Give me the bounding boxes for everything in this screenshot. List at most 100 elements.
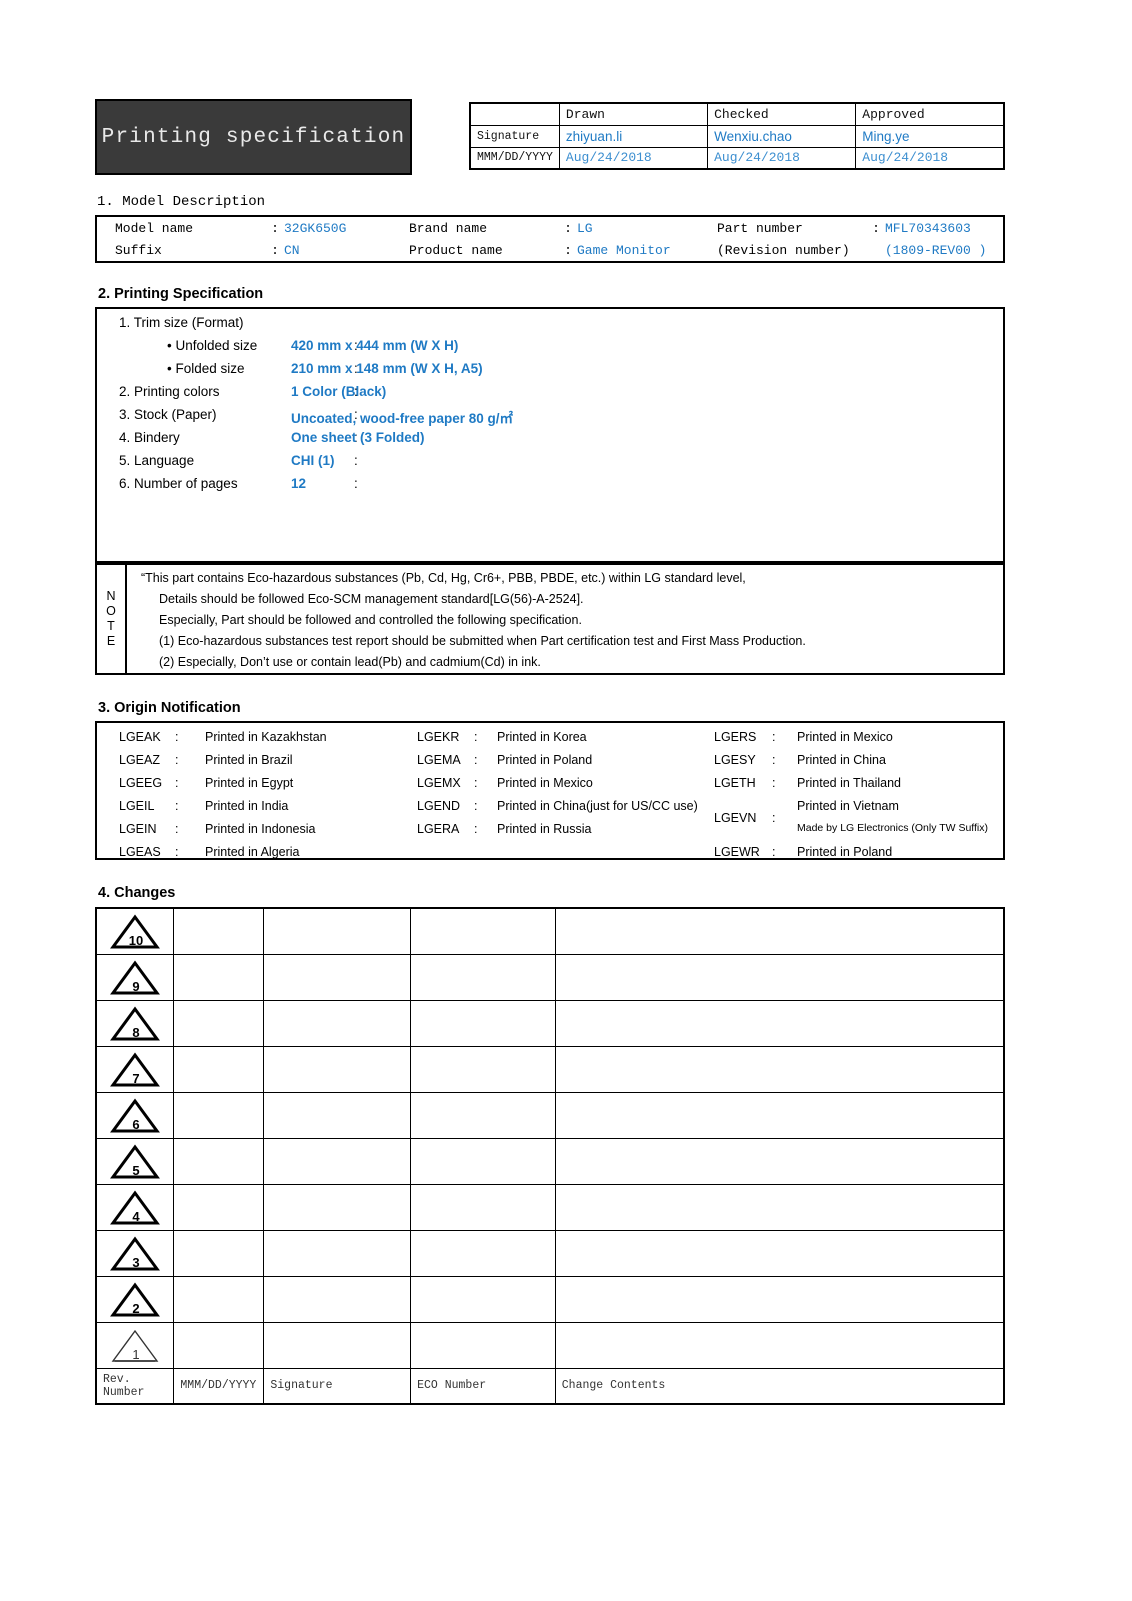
changes-signature-cell — [263, 1321, 412, 1369]
stock-paper-label: 3. Stock (Paper) — [119, 407, 217, 422]
svg-text:3: 3 — [133, 1255, 140, 1270]
table-row: 2 — [95, 1275, 1005, 1323]
model-row-1: Model name : 32GK650G Brand name : LG Pa… — [96, 216, 1004, 239]
part-number-label: Part number — [717, 220, 803, 236]
origin-code-lgewr: LGEWR — [714, 845, 760, 859]
revision-triangle-icon: 8 — [109, 1006, 161, 1041]
changes-signature-cell — [263, 1091, 412, 1139]
stock-paper-value: Uncoated, wood-free paper 80 g/㎡ — [291, 411, 514, 426]
origin-code-lgeas: LGEAS — [119, 845, 161, 859]
printing-colors-label: 2. Printing colors — [119, 384, 220, 399]
changes-eco-cell — [410, 1183, 556, 1231]
section-3-heading: 3. Origin Notification — [98, 700, 241, 716]
changes-date-cell — [173, 907, 265, 955]
changes-date-cell — [173, 1183, 265, 1231]
changes-date-cell — [173, 1045, 265, 1093]
origin-text-lgekr: Printed in Korea — [497, 730, 587, 744]
brand-name-value: LG — [577, 220, 593, 236]
origin-code-lgers: LGERS — [714, 730, 757, 744]
approval-signature-row: Signature zhiyuan.li Wenxiu.chao Ming.ye — [469, 124, 1005, 148]
number-of-pages-label: 6. Number of pages — [119, 476, 238, 491]
changes-date-cell — [173, 1321, 265, 1369]
note-letter-n: N — [106, 589, 116, 603]
origin-colon-lgeth: : — [772, 776, 776, 790]
origin-colon-lgeeg: : — [175, 776, 179, 790]
changes-date-cell — [173, 1091, 265, 1139]
revision-marker-cell: 8 — [95, 999, 175, 1047]
origin-code-lgevn: LGEVN — [714, 811, 757, 825]
changes-contents-cell — [554, 1183, 1005, 1231]
svg-text:6: 6 — [133, 1117, 140, 1132]
revision-triangle-icon: 6 — [109, 1098, 161, 1133]
note-line-5: (2) Especially, Don’t use or contain lea… — [159, 655, 541, 669]
revision-marker-cell: 10 — [95, 907, 175, 955]
origin-text-lgeaz: Printed in Brazil — [205, 753, 293, 767]
language-value: CHI (1) — [291, 453, 335, 468]
note-line-3: Especially, Part should be followed and … — [159, 613, 582, 627]
bindery-value: One sheet (3 Folded) — [291, 430, 425, 445]
origin-code-lgeeg: LGEEG — [119, 776, 163, 790]
changes-signature-cell — [263, 1045, 412, 1093]
revision-triangle-icon: 10 — [109, 914, 161, 949]
table-row: 10 — [95, 907, 1005, 955]
bindery-label: 4. Bindery — [119, 430, 180, 445]
changes-signature-cell — [263, 1183, 412, 1231]
trim-size-heading: 1. Trim size (Format) — [119, 315, 244, 330]
revision-triangle-icon: 3 — [109, 1236, 161, 1271]
product-name-colon: : — [564, 242, 572, 258]
origin-code-lgend: LGEND — [417, 799, 461, 813]
changes-date-cell — [173, 999, 265, 1047]
note-line-1: “This part contains Eco-hazardous substa… — [141, 571, 746, 585]
revision-triangle-icon: 1 — [109, 1328, 161, 1362]
table-row: 7 — [95, 1045, 1005, 1093]
changes-contents-cell — [554, 907, 1005, 955]
origin-colon-lgeak: : — [175, 730, 179, 744]
brand-name-colon: : — [564, 220, 572, 236]
revision-triangle-icon: 4 — [109, 1190, 161, 1225]
changes-date-cell — [173, 1229, 265, 1277]
origin-text-lgeak: Printed in Kazakhstan — [205, 730, 327, 744]
note-letter-e: E — [106, 634, 116, 648]
revision-triangle-icon: 2 — [109, 1282, 161, 1317]
origin-colon-lgera: : — [474, 822, 478, 836]
revision-marker-cell: 5 — [95, 1137, 175, 1185]
printing-specification-document: Printing specification Drawn Checked App… — [0, 0, 1132, 1601]
approval-header-row: Drawn Checked Approved — [469, 102, 1005, 126]
document-title-block: Printing specification — [95, 99, 412, 175]
origin-notification-box: LGEAK : Printed in Kazakhstan LGEAZ : Pr… — [95, 721, 1005, 860]
svg-text:4: 4 — [133, 1209, 141, 1224]
origin-code-lgera: LGERA — [417, 822, 460, 836]
origin-code-lgeth: LGETH — [714, 776, 756, 790]
origin-text-lgeeg: Printed in Egypt — [205, 776, 294, 790]
approval-date-approved: Aug/24/2018 — [855, 147, 1005, 170]
section-4-heading: 4. Changes — [98, 885, 176, 901]
approval-signature-label: Signature — [469, 124, 560, 148]
origin-code-lgekr: LGEKR — [417, 730, 460, 744]
origin-text-lgesy: Printed in China — [797, 753, 886, 767]
note-line-4: (1) Eco-hazardous substances test report… — [159, 634, 806, 648]
changes-eco-cell — [410, 999, 556, 1047]
printing-specification-box: 1. Trim size (Format) • Unfolded size : … — [95, 307, 1005, 563]
origin-colon-lgemx: : — [474, 776, 478, 790]
revision-marker-cell: 1 — [95, 1321, 175, 1369]
changes-eco-cell — [410, 1321, 556, 1369]
model-row-2: Suffix : CN Product name : Game Monitor … — [96, 239, 1004, 262]
svg-text:8: 8 — [133, 1025, 140, 1040]
approval-date-drawn: Aug/24/2018 — [558, 147, 709, 170]
model-description-table: Model name : 32GK650G Brand name : LG Pa… — [95, 215, 1005, 263]
changes-contents-cell — [554, 1045, 1005, 1093]
origin-colon-lgevn: : — [772, 811, 776, 825]
revision-number-value: (1809-REV00 ) — [885, 242, 987, 258]
origin-colon-lgeas: : — [175, 845, 179, 859]
unfolded-size-value: 420 mm x 444 mm (W X H) — [291, 338, 459, 353]
approval-col-checked: Checked — [707, 102, 857, 126]
origin-colon-lgend: : — [474, 799, 478, 813]
svg-text:2: 2 — [133, 1301, 140, 1316]
approval-col-drawn: Drawn — [558, 102, 709, 126]
revision-marker-cell: 4 — [95, 1183, 175, 1231]
revision-triangle-icon: 9 — [109, 960, 161, 995]
changes-footer-signature: Signature — [263, 1367, 412, 1405]
svg-text:10: 10 — [129, 933, 143, 948]
table-row: 3 — [95, 1229, 1005, 1277]
printing-colors-value: 1 Color (Black) — [291, 384, 387, 399]
